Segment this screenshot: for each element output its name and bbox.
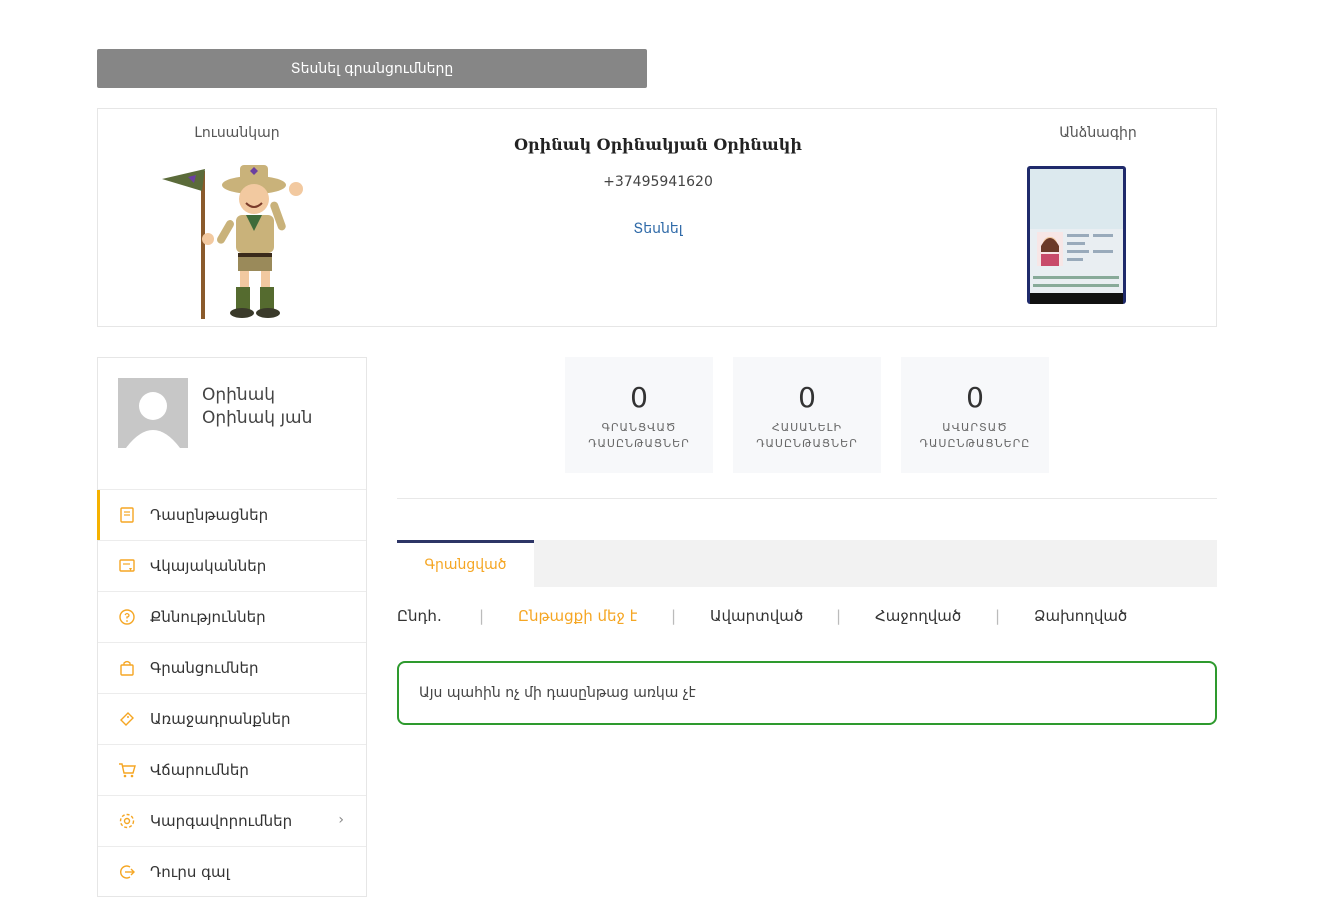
certificate-icon [118,557,136,575]
stat-value: 0 [966,381,984,414]
stat-label: ԱՎԱՐՏԱԾ ԴԱՍԸՆԹԱՑՆԵՐԸ [919,421,1031,450]
sidebar-item-label: Դասընթացներ [150,506,269,524]
sidebar-item-label: Դուրս գալ [150,863,230,881]
tab-enrolled[interactable]: Գրանցված [397,540,534,587]
passport-image[interactable] [1027,166,1126,304]
sidebar-item-courses[interactable]: Դասընթացներ [97,489,366,540]
empty-courses-notice: Այս պահին ոչ մի դասընթաց առկա չէ [397,661,1217,725]
profile-phone: +37495941620 [603,174,713,190]
view-link[interactable]: Տեսնել [376,221,940,237]
ticket-icon [118,710,136,728]
sidebar-item-label: Գրանցումներ [150,659,259,677]
passport-label: Անձնագիր [1059,125,1137,141]
filter-completed[interactable]: Ավարտված [710,607,803,625]
sidebar: Օրինակ Օրինակ յան Դասընթացներ Վկայականնե… [97,357,367,897]
notice-text: Այս պահին ոչ մի դասընթաց առկա չէ [419,685,696,701]
avatar [118,378,188,448]
question-circle-icon [118,608,136,626]
logout-icon [118,863,136,881]
cart-icon [118,761,136,779]
tab-bar: Գրանցված [397,540,1217,587]
stat-value: 0 [798,381,816,414]
sidebar-item-label: Առաջադրանքներ [150,710,291,728]
divider [397,498,1217,499]
sidebar-item-label: Վկայականներ [150,557,267,575]
sidebar-user-name: Օրինակ Օրինակ յան [202,385,313,428]
filter-separator: | [836,607,842,625]
profile-name: Օրինակ Օրինակյան Օրինակի [514,135,802,154]
filter-in-progress[interactable]: Ընթացքի մեջ է [518,607,637,625]
sidebar-item-label: Կարգավորումներ [150,812,293,830]
filter-separator: | [479,607,485,625]
stat-available-courses: 0 ՀԱՍԱՆԵԼԻ ԴԱՍԸՆԹԱՑՆԵՐ [733,357,881,473]
view-registrations-button[interactable]: Տեսնել գրանցումները [97,49,647,88]
stat-value: 0 [630,381,648,414]
sidebar-item-exams[interactable]: Քննություններ [98,591,366,642]
photo-label: Լուսանկար [194,125,280,141]
profile-card: Լուսանկար Օրինակ Օրինակյան Օրինակի +3749… [97,108,1217,327]
filter-failed[interactable]: Ձախողված [1034,607,1127,625]
profile-photo [162,165,303,319]
sidebar-item-settings[interactable]: Կարգավորումներ › [98,795,366,846]
sidebar-item-label: Վճարումներ [150,761,249,779]
gear-icon [118,812,136,830]
stat-completed-courses: 0 ԱՎԱՐՏԱԾ ԴԱՍԸՆԹԱՑՆԵՐԸ [901,357,1049,473]
chevron-right-icon: › [338,812,344,828]
filter-passed[interactable]: Հաջողված [875,607,961,625]
filter-separator: | [995,607,1001,625]
book-icon [118,506,136,524]
stat-enrolled-courses: 0 ԳՐԱՆՑՎԱԾ ԴԱՍԸՆԹԱՑՆԵՐ [565,357,713,473]
sidebar-item-registrations[interactable]: Գրանցումներ [98,642,366,693]
sidebar-item-label: Քննություններ [150,608,266,626]
sidebar-item-payments[interactable]: Վճարումներ [98,744,366,795]
sidebar-item-certificates[interactable]: Վկայականներ [98,540,366,591]
filter-all[interactable]: Ընդհ. [397,607,442,625]
bag-icon [118,659,136,677]
stat-label: ՀԱՍԱՆԵԼԻ ԴԱՍԸՆԹԱՑՆԵՐ [756,421,858,450]
sidebar-item-logout[interactable]: Դուրս գալ [98,846,366,897]
stat-label: ԳՐԱՆՑՎԱԾ ԴԱՍԸՆԹԱՑՆԵՐ [588,421,690,450]
sidebar-menu: Դասընթացներ Վկայականներ Քննություններ Գր… [97,489,366,897]
sidebar-item-assignments[interactable]: Առաջադրանքներ [98,693,366,744]
filter-separator: | [671,607,677,625]
